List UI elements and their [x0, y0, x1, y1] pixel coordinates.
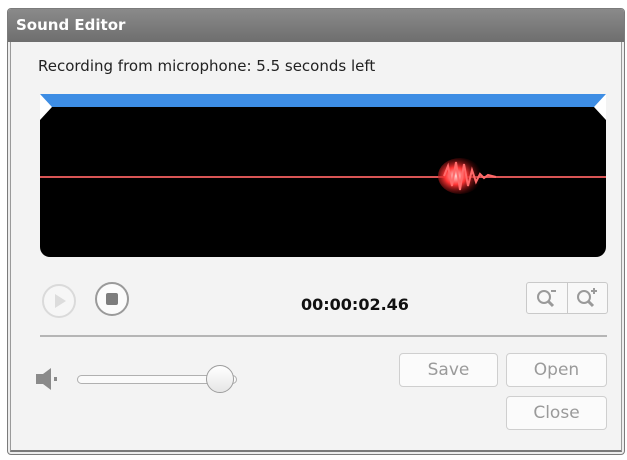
stop-button[interactable] — [95, 282, 129, 316]
title-bar[interactable]: Sound Editor — [8, 9, 624, 42]
window-title: Sound Editor — [16, 16, 126, 34]
close-button[interactable]: Close — [506, 396, 607, 430]
speaker-icon — [36, 368, 57, 390]
open-button[interactable]: Open — [506, 353, 607, 387]
zoom-out-icon — [536, 290, 556, 308]
end-marker-icon[interactable] — [594, 94, 606, 120]
waveform-line — [40, 176, 606, 178]
zoom-out-button[interactable] — [527, 283, 567, 313]
time-display: 00:00:02.46 — [301, 295, 409, 314]
timeline-bar[interactable] — [40, 94, 606, 107]
section-divider — [40, 335, 607, 337]
sound-editor-window: Sound Editor Recording from microphone: … — [7, 8, 625, 455]
waveform-display[interactable] — [40, 94, 606, 257]
recording-status: Recording from microphone: 5.5 seconds l… — [38, 57, 376, 75]
play-button[interactable] — [42, 284, 76, 318]
waveform-burst — [438, 158, 497, 194]
zoom-in-icon — [577, 288, 598, 308]
save-button[interactable]: Save — [399, 353, 498, 387]
stop-icon — [106, 293, 118, 305]
editor-panel: Recording from microphone: 5.5 seconds l… — [10, 42, 622, 452]
start-marker-icon[interactable] — [40, 94, 52, 120]
zoom-in-button[interactable] — [566, 283, 608, 313]
play-icon — [55, 294, 66, 308]
zoom-controls — [526, 282, 608, 314]
volume-slider-thumb[interactable] — [206, 365, 234, 393]
